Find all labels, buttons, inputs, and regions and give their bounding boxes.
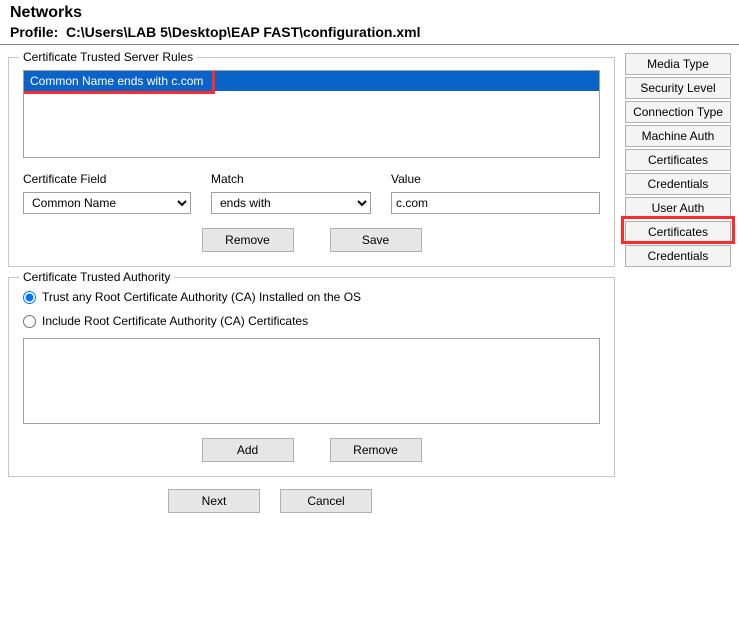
add-authority-button[interactable]: Add: [202, 438, 294, 462]
value-input[interactable]: [391, 192, 600, 214]
side-machine-auth[interactable]: Machine Auth: [625, 125, 731, 147]
side-media-type[interactable]: Media Type: [625, 53, 731, 75]
value-label: Value: [391, 172, 600, 186]
next-button[interactable]: Next: [168, 489, 260, 513]
profile-path: C:\Users\LAB 5\Desktop\EAP FAST\configur…: [66, 24, 420, 40]
authority-list[interactable]: [23, 338, 600, 424]
side-user-auth[interactable]: User Auth: [625, 197, 731, 219]
side-credentials-machine[interactable]: Credentials: [625, 173, 731, 195]
page-title: Networks: [10, 4, 729, 22]
side-connection-type[interactable]: Connection Type: [625, 101, 731, 123]
match-select[interactable]: ends with: [211, 192, 371, 214]
rules-list[interactable]: Common Name ends with c.com: [23, 70, 600, 158]
remove-rule-button[interactable]: Remove: [202, 228, 294, 252]
side-nav: Media Type Security Level Connection Typ…: [625, 51, 731, 267]
divider: [0, 44, 739, 45]
include-radio[interactable]: [23, 315, 36, 328]
field-label: Certificate Field: [23, 172, 191, 186]
rule-item[interactable]: Common Name ends with c.com: [24, 71, 599, 91]
side-security-level[interactable]: Security Level: [625, 77, 731, 99]
match-label: Match: [211, 172, 371, 186]
include-label: Include Root Certificate Authority (CA) …: [42, 314, 308, 328]
side-credentials-user[interactable]: Credentials: [625, 245, 731, 267]
authority-fieldset: Certificate Trusted Authority Trust any …: [8, 277, 615, 477]
rules-legend: Certificate Trusted Server Rules: [19, 50, 197, 64]
authority-legend: Certificate Trusted Authority: [19, 270, 174, 284]
save-rule-button[interactable]: Save: [330, 228, 422, 252]
side-certificates-machine[interactable]: Certificates: [625, 149, 731, 171]
trust-any-radio-row[interactable]: Trust any Root Certificate Authority (CA…: [23, 290, 600, 304]
trust-any-radio[interactable]: [23, 291, 36, 304]
side-certificates-user[interactable]: Certificates: [625, 221, 731, 243]
profile-label: Profile:: [10, 24, 58, 40]
cancel-button[interactable]: Cancel: [280, 489, 372, 513]
remove-authority-button[interactable]: Remove: [330, 438, 422, 462]
include-radio-row[interactable]: Include Root Certificate Authority (CA) …: [23, 314, 600, 328]
trust-any-label: Trust any Root Certificate Authority (CA…: [42, 290, 361, 304]
field-select[interactable]: Common Name: [23, 192, 191, 214]
rules-fieldset: Certificate Trusted Server Rules Common …: [8, 57, 615, 267]
